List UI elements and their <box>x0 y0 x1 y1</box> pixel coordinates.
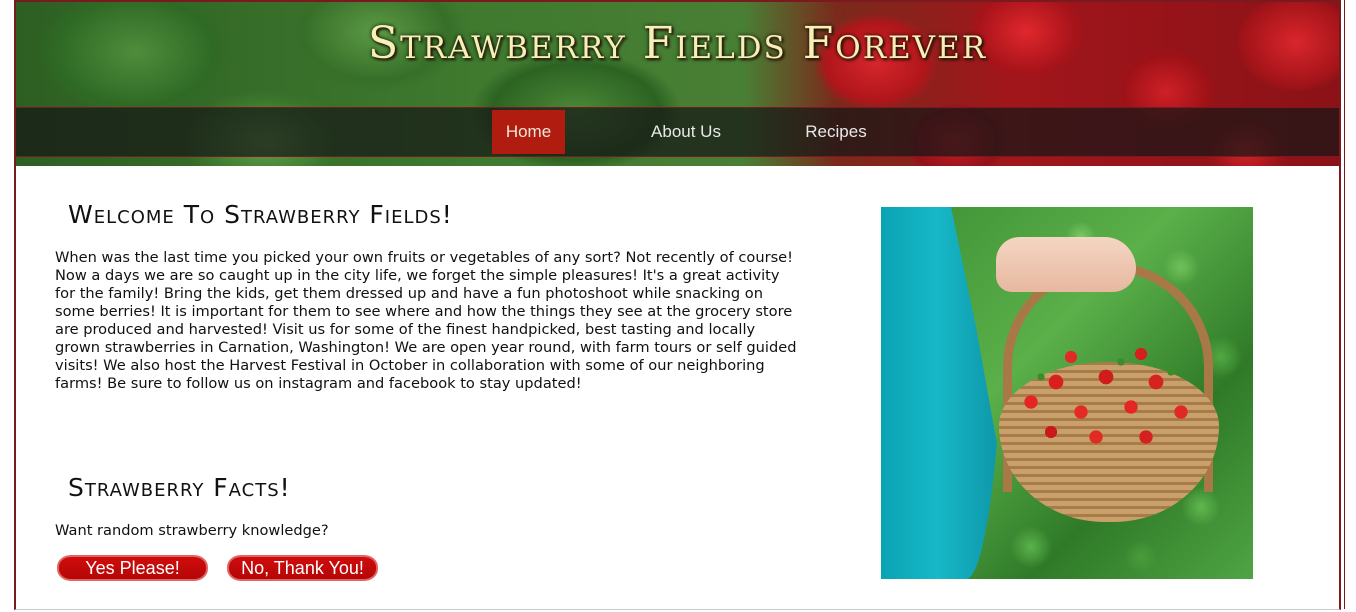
facts-heading: Strawberry Facts! <box>68 473 291 502</box>
photo-strawberries <box>1011 342 1207 462</box>
facts-prompt: Want random strawberry knowledge? <box>55 522 329 539</box>
site-title: Strawberry Fields Forever <box>367 18 988 69</box>
photo-dress <box>881 207 1006 579</box>
yes-please-button[interactable]: Yes Please! <box>57 555 208 581</box>
nav-item-about-us[interactable]: About Us <box>636 110 736 154</box>
main-nav: Home About Us Recipes <box>16 107 1339 157</box>
photo-arm <box>996 237 1136 292</box>
nav-item-recipes[interactable]: Recipes <box>794 110 878 154</box>
welcome-paragraph: When was the last time you picked your o… <box>55 249 797 392</box>
main-content: Welcome To Strawberry Fields! When was t… <box>16 166 1339 610</box>
nav-item-home[interactable]: Home <box>492 110 565 154</box>
welcome-heading: Welcome To Strawberry Fields! <box>68 200 453 229</box>
page-frame: Strawberry Fields Forever Home About Us … <box>14 0 1345 610</box>
strawberry-basket-photo <box>881 207 1253 579</box>
no-thank-you-button[interactable]: No, Thank You! <box>227 555 378 581</box>
site-header: Strawberry Fields Forever Home About Us … <box>16 0 1339 166</box>
